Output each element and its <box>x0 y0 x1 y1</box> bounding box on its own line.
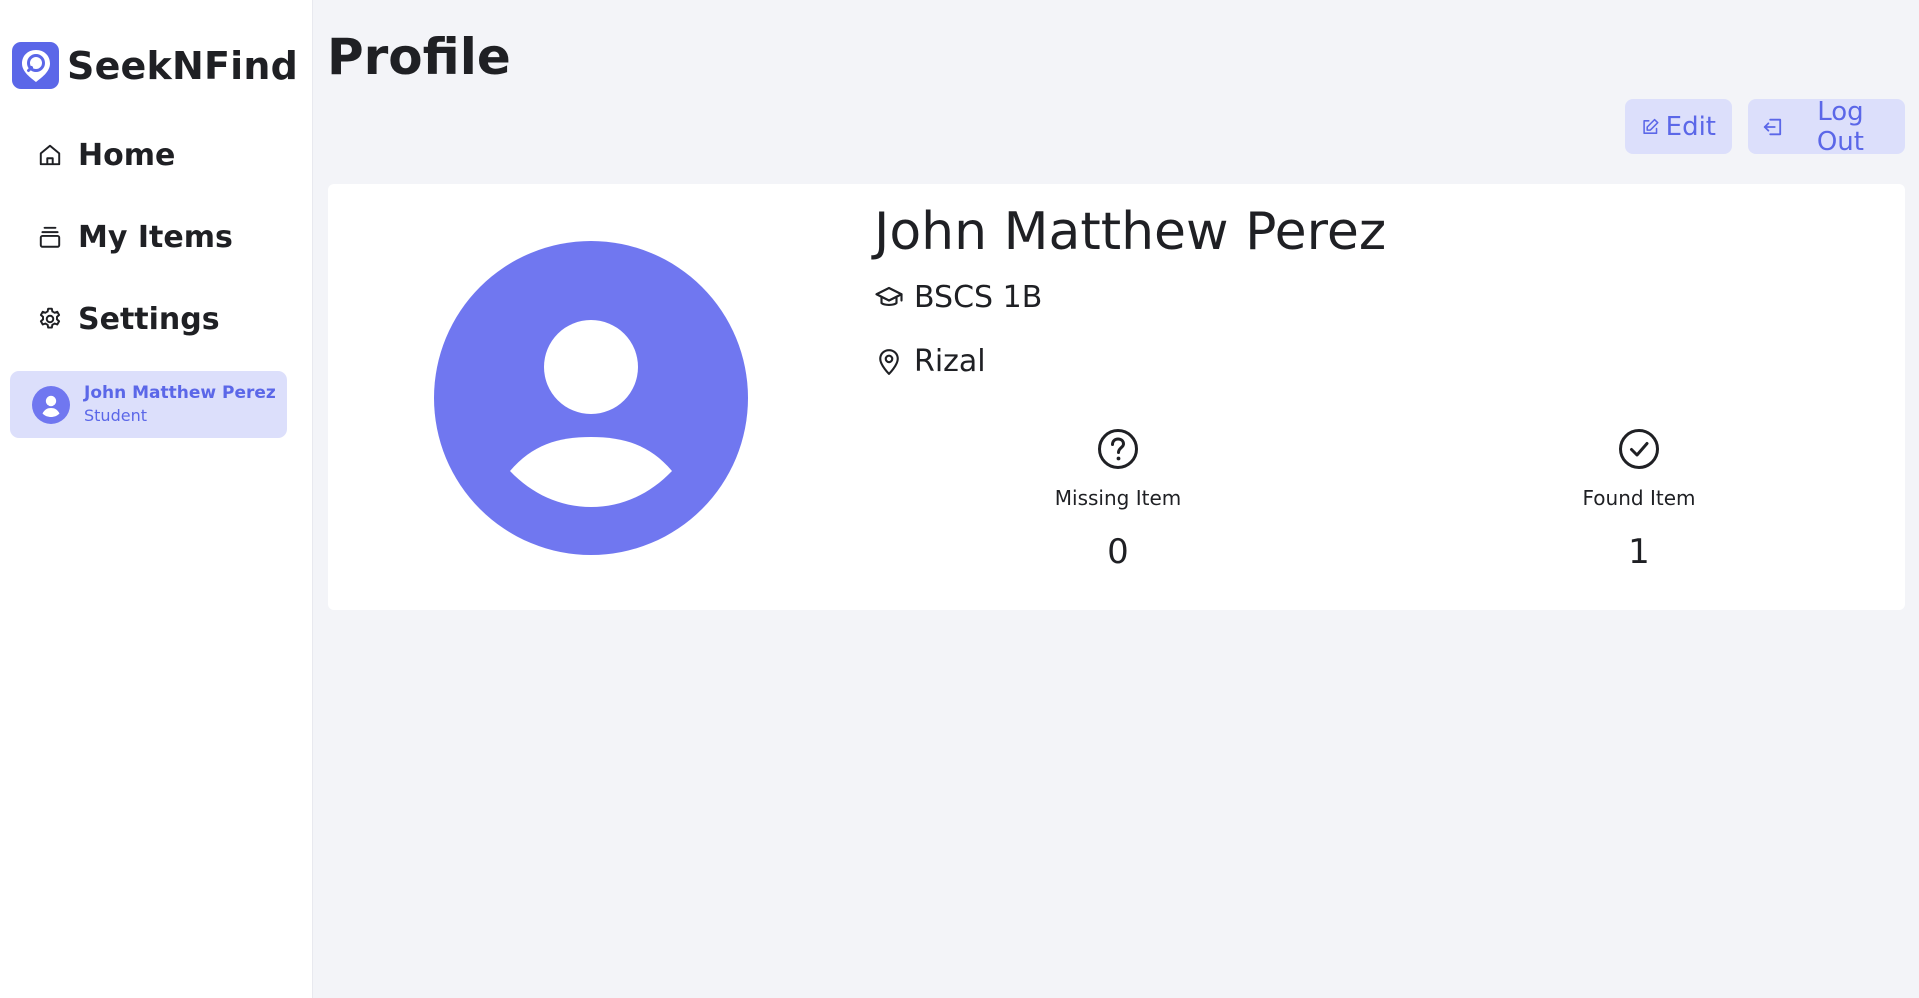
sidebar-item-settings[interactable]: Settings <box>36 294 233 344</box>
sidebar-item-label: Settings <box>78 301 220 337</box>
page-title: Profile <box>327 28 511 86</box>
sidebar-user-card[interactable]: John Matthew Perez Student <box>10 371 287 438</box>
profile-location: Rizal <box>874 344 986 379</box>
edit-icon <box>1643 118 1659 134</box>
logout-button-label: Log Out <box>1816 96 1864 157</box>
brand-name: SeekNFind <box>67 43 299 88</box>
check-circle-icon <box>1619 429 1659 469</box>
brand-logo-icon <box>12 42 59 89</box>
profile-avatar-icon <box>434 241 748 555</box>
home-icon <box>36 141 64 169</box>
sidebar-item-label: Home <box>78 137 176 173</box>
sidebar-user-name: John Matthew Perez <box>84 382 276 403</box>
sidebar: SeekNFind Home My Items Settings John Ma… <box>0 0 313 998</box>
brand[interactable]: SeekNFind <box>12 42 298 89</box>
sidebar-item-my-items[interactable]: My Items <box>36 212 233 262</box>
sidebar-item-label: My Items <box>78 219 233 255</box>
profile-course: BSCS 1B <box>874 280 1042 315</box>
stat-found-items: Found Item 1 <box>1519 428 1759 572</box>
stat-missing-value: 0 <box>1107 532 1129 572</box>
stat-missing-items: Missing Item 0 <box>998 428 1238 572</box>
profile-course-text: BSCS 1B <box>914 280 1043 315</box>
sidebar-user-role: Student <box>84 405 147 425</box>
profile-location-text: Rizal <box>914 344 986 379</box>
profile-name: John Matthew Perez <box>874 202 1387 262</box>
stack-icon <box>36 223 64 251</box>
stat-found-value: 1 <box>1628 532 1650 572</box>
edit-button[interactable]: Edit <box>1625 99 1732 154</box>
logout-button[interactable]: Log Out <box>1748 96 1905 157</box>
profile-actions: Edit Log Out <box>1625 96 1905 157</box>
logout-icon <box>1763 118 1782 135</box>
question-circle-icon <box>1098 429 1138 469</box>
profile-card: John Matthew Perez BSCS 1B Rizal Missing… <box>328 184 1905 610</box>
sidebar-item-home[interactable]: Home <box>36 130 233 180</box>
graduation-cap-icon <box>875 286 903 306</box>
sidebar-nav: Home My Items Settings <box>36 130 233 376</box>
user-circle-icon <box>32 385 70 424</box>
edit-button-label: Edit <box>1665 111 1716 142</box>
location-pin-icon <box>879 348 899 375</box>
stat-missing-label: Missing Item <box>1054 486 1182 510</box>
stat-found-label: Found Item <box>1582 486 1696 510</box>
gear-icon <box>36 305 64 333</box>
